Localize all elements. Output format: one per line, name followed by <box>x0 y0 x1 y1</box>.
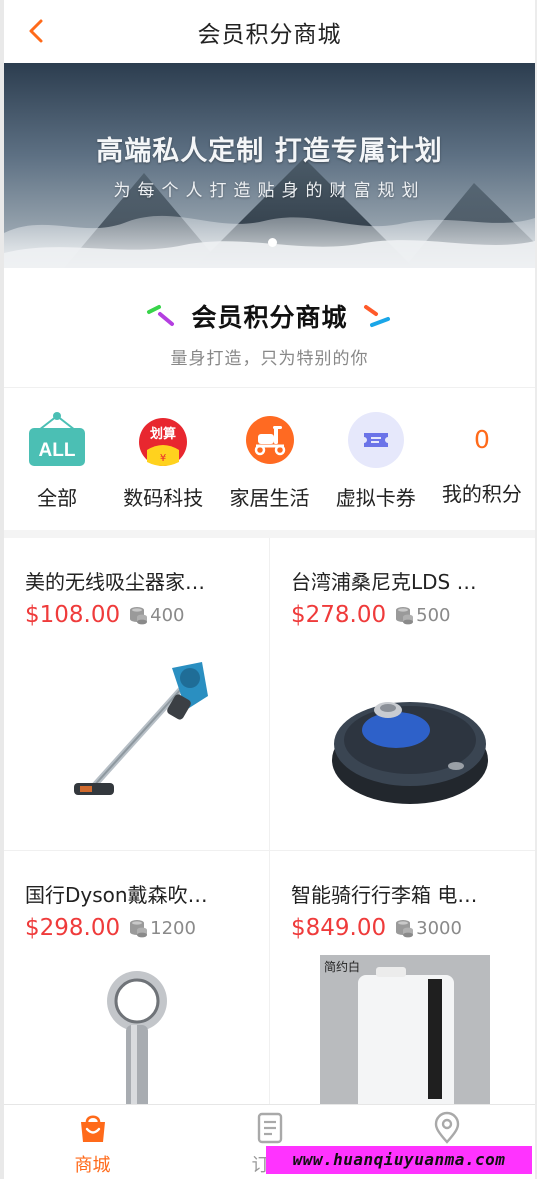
title-decoration-left-icon <box>147 305 175 326</box>
product-name: 国行Dyson戴森吹… <box>25 883 208 907</box>
product-card[interactable]: 美的无线吸尘器家… $108.00 400 <box>4 538 270 851</box>
shopping-bag-icon <box>80 1115 105 1142</box>
product-points: 400 <box>150 604 185 626</box>
category-home[interactable]: 家居生活 <box>216 396 322 528</box>
product-name: 台湾浦桑尼克LDS … <box>291 570 477 594</box>
category-label: 我的积分 <box>441 482 522 506</box>
product-price: $849.00 <box>291 915 387 941</box>
product-points: 3000 <box>416 917 462 939</box>
section-subtitle: 量身打造，只为特别的你 <box>170 349 369 369</box>
points-balance: 0 <box>473 425 490 454</box>
scooter-icon <box>245 416 294 464</box>
mall-heading: 会员积分商城 量身打造，只为特别的你 <box>4 274 535 388</box>
vacuum-image <box>74 662 208 795</box>
my-points[interactable]: 0 我的积分 <box>429 396 535 528</box>
banner-title: 高端私人定制 打造专属计划 <box>96 136 443 167</box>
promo-banner[interactable]: 高端私人定制 打造专属计划 为每个人打造贴身的财富规划 <box>4 63 535 268</box>
top-bar: 会员积分商城 <box>4 0 535 63</box>
luggage-image: 简约白 <box>320 955 490 1125</box>
svg-text:ALL: ALL <box>39 440 76 461</box>
product-name: 美的无线吸尘器家… <box>25 570 205 594</box>
tab-label: 商城 <box>74 1155 111 1176</box>
coin-stack-icon <box>396 607 414 625</box>
watermark: www.huanqiuyuanma.com <box>266 1146 532 1174</box>
banner-subtitle: 为每个人打造贴身的财富规划 <box>113 181 426 201</box>
category-label: 家居生活 <box>229 486 310 510</box>
product-points: 1200 <box>150 917 196 939</box>
all-icon: ALL <box>29 412 86 466</box>
svg-text:划算: 划算 <box>150 426 176 442</box>
carousel-indicator[interactable] <box>268 238 277 247</box>
coin-stack-icon <box>130 920 148 938</box>
coin-stack-icon <box>396 920 414 938</box>
back-arrow-icon[interactable] <box>22 16 52 46</box>
category-digital[interactable]: 划算 ¥ 数码科技 <box>110 396 216 528</box>
tab-mall[interactable]: 商城 <box>4 1105 181 1179</box>
category-bar: ALL 全部 划算 ¥ 数码科技 家居生活 虚拟卡券 0 我的积分 <box>4 396 535 528</box>
robot-vacuum-image <box>332 702 488 804</box>
deal-icon: 划算 ¥ <box>139 418 188 466</box>
product-name: 智能骑行行李箱 电… <box>291 883 478 907</box>
page-title: 会员积分商城 <box>197 21 342 48</box>
category-virtual[interactable]: 虚拟卡券 <box>323 396 429 528</box>
product-price: $108.00 <box>25 602 121 628</box>
svg-text:¥: ¥ <box>160 453 166 464</box>
product-points: 500 <box>416 604 451 626</box>
ticket-icon <box>347 412 404 468</box>
category-label: 全部 <box>37 486 78 510</box>
order-icon <box>257 1112 282 1144</box>
app-frame: 会员积分商城 高端私人定制 打造专属计划 为每个人打造贴身的财富规划 会员积分商… <box>0 0 537 1179</box>
category-label: 虚拟卡券 <box>335 486 416 510</box>
section-title: 会员积分商城 <box>191 303 348 332</box>
category-all[interactable]: ALL 全部 <box>4 396 110 528</box>
category-label: 数码科技 <box>123 486 204 510</box>
svg-text:简约白: 简约白 <box>324 959 360 974</box>
coin-stack-icon <box>130 607 148 625</box>
section-divider <box>4 530 535 538</box>
product-card[interactable]: 台湾浦桑尼克LDS … $278.00 500 <box>270 538 535 851</box>
location-icon <box>434 1111 459 1144</box>
product-price: $278.00 <box>291 602 387 628</box>
title-decoration-right-icon <box>363 305 390 327</box>
product-price: $298.00 <box>25 915 121 941</box>
